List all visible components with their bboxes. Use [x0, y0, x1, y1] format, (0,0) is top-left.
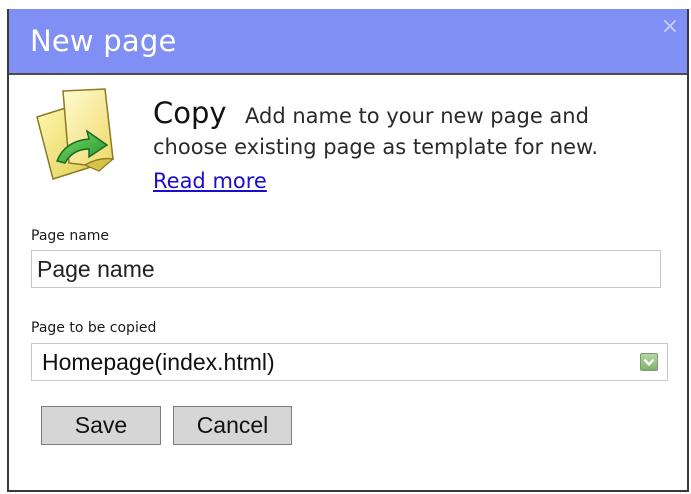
page-to-copy-select[interactable]: Homepage(index.html) [31, 343, 668, 381]
new-page-dialog: New page × Copy Add name to your new pag… [7, 9, 689, 492]
cancel-button[interactable]: Cancel [173, 406, 292, 445]
dialog-titlebar: New page × [9, 9, 687, 75]
chevron-down-icon[interactable] [640, 353, 658, 371]
read-more-link[interactable]: Read more [153, 167, 267, 195]
page-name-label: Page name [31, 228, 110, 244]
page-name-input[interactable] [31, 250, 661, 288]
page-to-copy-value: Homepage(index.html) [42, 349, 275, 375]
dialog-title: New page [30, 24, 177, 58]
intro-description: Add name to your new page and choose exi… [153, 101, 653, 163]
intro-description-line2: choose existing page as template for new… [153, 135, 599, 159]
save-button[interactable]: Save [41, 406, 161, 445]
close-icon[interactable]: × [660, 16, 680, 38]
page-to-copy-label: Page to be copied [31, 320, 157, 336]
copy-page-icon [29, 83, 141, 187]
intro-description-line1: Add name to your new page and [245, 104, 589, 128]
